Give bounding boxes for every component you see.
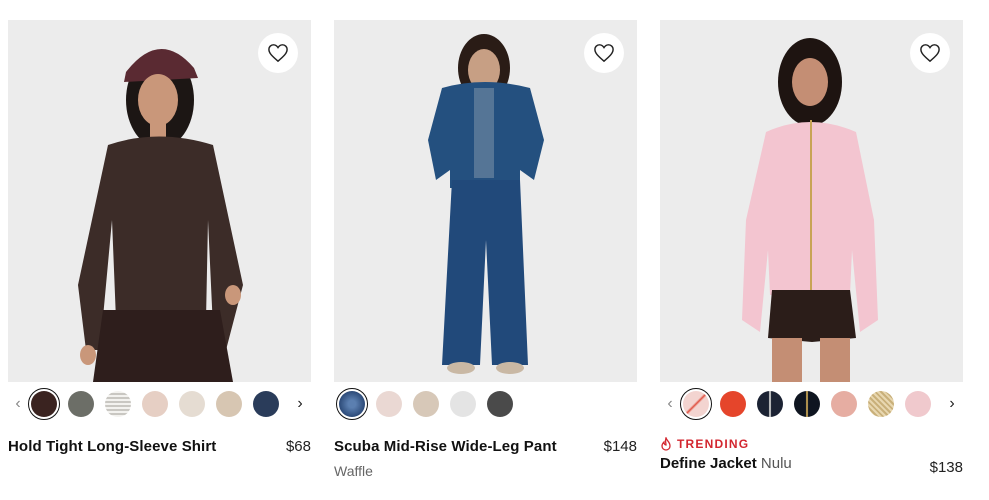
- product-subtitle: Waffle: [334, 463, 373, 479]
- color-swatch[interactable]: [65, 388, 97, 420]
- color-swatch[interactable]: [447, 388, 479, 420]
- product-image[interactable]: [8, 20, 311, 382]
- model-photo: [428, 34, 544, 374]
- color-swatch[interactable]: [680, 388, 712, 420]
- product-price: $148: [603, 438, 637, 455]
- color-swatch[interactable]: [828, 388, 860, 420]
- color-swatch[interactable]: [410, 388, 442, 420]
- product-info: TRENDING Define Jacket Nulu $138: [660, 437, 963, 476]
- swatch-list: [336, 388, 516, 420]
- chevron-left-icon[interactable]: ‹: [8, 389, 28, 419]
- chevron-left-icon[interactable]: ‹: [660, 389, 680, 419]
- trending-label: TRENDING: [677, 437, 750, 451]
- color-swatch[interactable]: [213, 388, 245, 420]
- color-swatch-carousel: ‹ ›: [8, 384, 311, 424]
- product-name[interactable]: Hold Tight Long-Sleeve Shirt: [8, 438, 311, 455]
- color-swatch[interactable]: [484, 388, 516, 420]
- heart-outline-icon: [920, 44, 940, 63]
- product-card[interactable]: ‹ › Hold Tight Long-Sleeve Shirt $68: [8, 20, 311, 455]
- chevron-right-icon[interactable]: ›: [942, 389, 962, 419]
- color-swatch[interactable]: [865, 388, 897, 420]
- color-swatch[interactable]: [28, 388, 60, 420]
- product-info: Scuba Mid-Rise Wide-Leg Pant $148 Waffle: [334, 438, 637, 479]
- color-swatch-carousel: ‹ ›: [660, 384, 963, 424]
- wishlist-button[interactable]: [910, 33, 950, 73]
- product-name[interactable]: Define Jacket Nulu: [660, 455, 963, 472]
- heart-outline-icon: [594, 44, 614, 63]
- color-swatch[interactable]: [373, 388, 405, 420]
- color-swatch[interactable]: [139, 388, 171, 420]
- product-image[interactable]: [660, 20, 963, 382]
- color-swatch-carousel: [334, 384, 637, 424]
- color-swatch[interactable]: [336, 388, 368, 420]
- trending-badge: TRENDING: [660, 437, 963, 451]
- color-swatch[interactable]: [176, 388, 208, 420]
- product-card[interactable]: ‹ › TRENDING Define Jacket Nulu $138: [660, 20, 963, 476]
- color-swatch[interactable]: [102, 388, 134, 420]
- model-photo: [78, 48, 243, 382]
- product-info: Hold Tight Long-Sleeve Shirt $68: [8, 438, 311, 455]
- model-photo: [742, 38, 878, 382]
- product-card[interactable]: Scuba Mid-Rise Wide-Leg Pant $148 Waffle: [334, 20, 637, 479]
- swatch-list: [28, 388, 282, 420]
- color-swatch[interactable]: [250, 388, 282, 420]
- color-swatch[interactable]: [754, 388, 786, 420]
- color-swatch[interactable]: [791, 388, 823, 420]
- color-swatch[interactable]: [902, 388, 934, 420]
- flame-icon: [661, 437, 671, 451]
- product-name[interactable]: Scuba Mid-Rise Wide-Leg Pant: [334, 438, 637, 455]
- swatch-list: [680, 388, 934, 420]
- product-name-main: Define Jacket: [660, 455, 757, 472]
- wishlist-button[interactable]: [258, 33, 298, 73]
- color-swatch[interactable]: [717, 388, 749, 420]
- heart-outline-icon: [268, 44, 288, 63]
- product-image[interactable]: [334, 20, 637, 382]
- product-price: $68: [285, 438, 311, 455]
- wishlist-button[interactable]: [584, 33, 624, 73]
- product-name-fabric: Nulu: [760, 455, 792, 472]
- chevron-right-icon[interactable]: ›: [290, 389, 310, 419]
- product-price: $138: [929, 459, 963, 476]
